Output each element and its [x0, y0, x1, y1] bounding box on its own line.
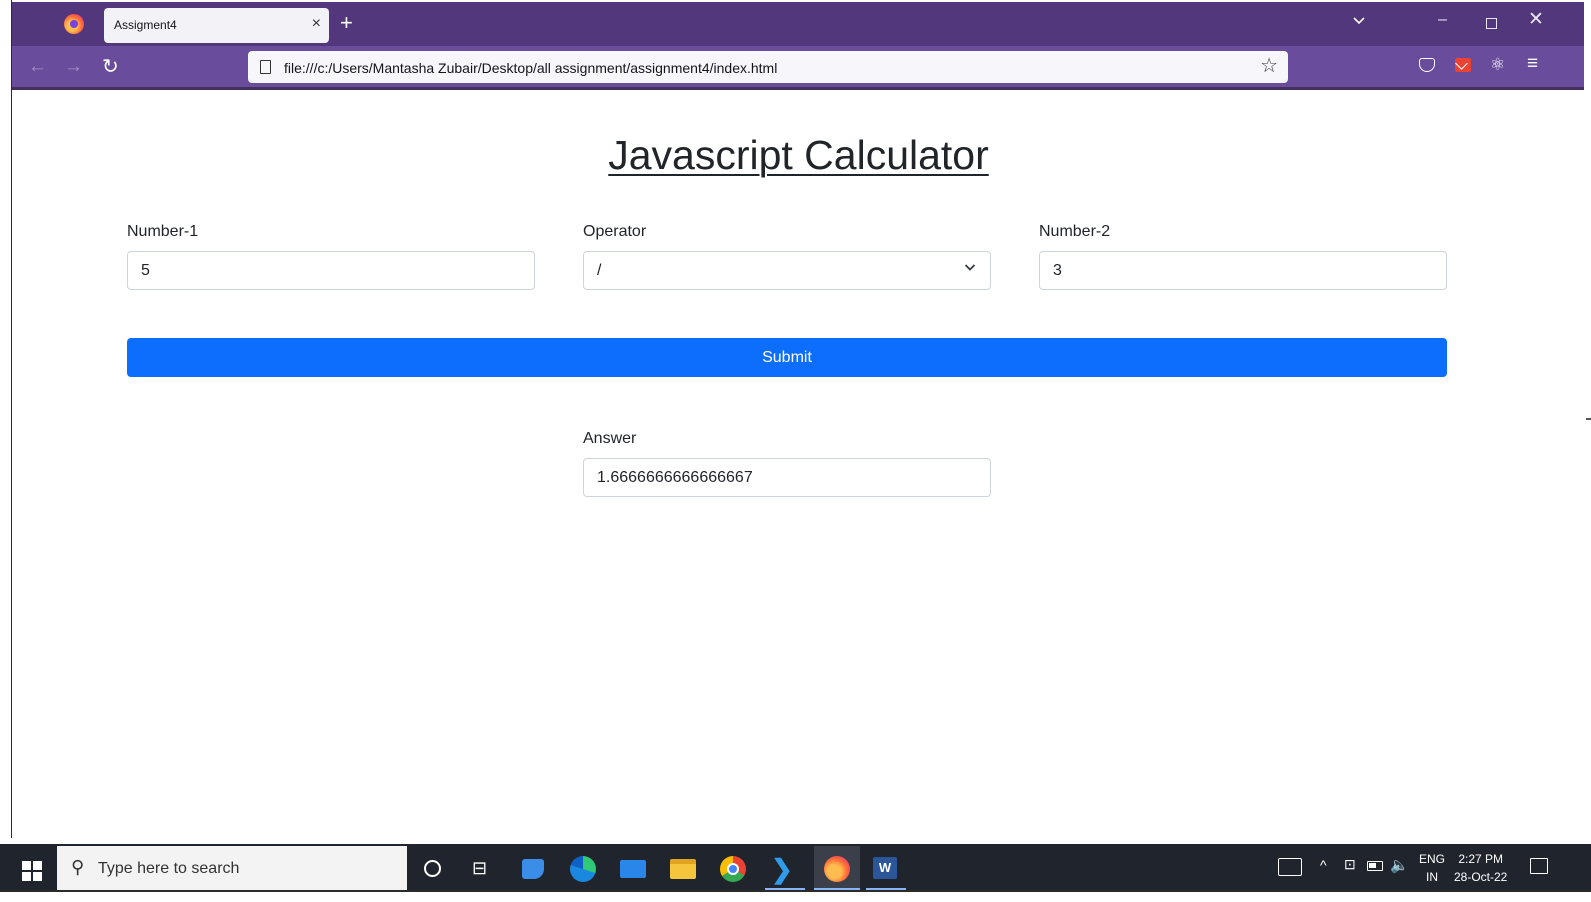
mail-icon[interactable]	[620, 860, 646, 878]
vscode-icon[interactable]: ❯	[771, 856, 797, 882]
tab-title: Assigment4	[114, 18, 177, 32]
browser-tab-bar: Assigment4 × + – ✕	[12, 2, 1584, 46]
scrollbar-tick	[1586, 418, 1591, 420]
chevron-down-icon	[964, 264, 976, 271]
minimize-button[interactable]: –	[1438, 11, 1447, 29]
answer-label: Answer	[583, 430, 637, 447]
screen-bottom-edge	[0, 890, 1591, 902]
file-explorer-icon[interactable]	[670, 859, 696, 879]
bookmark-star-icon[interactable]: ☆	[1260, 55, 1278, 77]
news-widget-icon[interactable]	[1278, 858, 1302, 876]
firefox-taskbar-icon[interactable]	[814, 846, 860, 890]
language-indicator[interactable]: ENG IN	[1419, 850, 1445, 886]
window-left-edge	[0, 0, 12, 838]
gmail-icon[interactable]	[1455, 58, 1471, 72]
chevron-down-icon[interactable]	[1352, 14, 1366, 28]
page-title: Javascript Calculator	[608, 132, 989, 178]
number1-input[interactable]: 5	[127, 251, 535, 290]
clock-time: 2:27 PM	[1458, 852, 1504, 866]
forward-arrow-icon[interactable]: →	[64, 56, 83, 78]
search-placeholder: Type here to search	[98, 860, 240, 877]
back-arrow-icon[interactable]: ←	[28, 56, 47, 78]
answer-output[interactable]: 1.6666666666666667	[583, 458, 991, 497]
operator-label: Operator	[583, 223, 647, 240]
chrome-icon[interactable]	[720, 856, 746, 882]
clock-date: 28-Oct-22	[1454, 870, 1508, 884]
close-tab-icon[interactable]: ×	[312, 15, 321, 33]
number2-label: Number-2	[1039, 223, 1111, 240]
notification-center-icon[interactable]	[1530, 858, 1548, 874]
windows-start-icon[interactable]	[22, 861, 42, 881]
submit-button[interactable]: Submit	[127, 338, 1447, 377]
operator-selected-value: /	[597, 262, 602, 279]
task-view-icon[interactable]: ⊟	[472, 858, 498, 884]
windows-taskbar: ⚲ Type here to search ⊟ ❯ W ^ ⊡ 🔈 ENG IN…	[0, 838, 1591, 891]
word-icon[interactable]: W	[873, 857, 897, 879]
url-text[interactable]: file:///c:/Users/Mantasha Zubair/Desktop…	[284, 60, 777, 76]
maximize-button[interactable]	[1486, 18, 1497, 29]
url-bar[interactable]: file:///c:/Users/Mantasha Zubair/Desktop…	[248, 51, 1288, 83]
region-code: IN	[1426, 870, 1438, 884]
tray-chevron-up-icon[interactable]: ^	[1320, 857, 1327, 873]
hamburger-menu-icon[interactable]: ≡	[1527, 54, 1538, 74]
operator-select[interactable]: /	[583, 251, 991, 290]
number2-input[interactable]: 3	[1039, 251, 1447, 290]
react-devtools-icon[interactable]: ⚛	[1490, 55, 1505, 75]
page-content: Javascript Calculator Number-1 5 Operato…	[13, 90, 1584, 836]
people-icon[interactable]	[522, 859, 544, 879]
reload-icon[interactable]: ↻	[102, 56, 119, 78]
new-tab-button[interactable]: +	[340, 11, 353, 35]
close-window-button[interactable]: ✕	[1528, 10, 1544, 30]
meet-now-icon[interactable]: ⊡	[1344, 856, 1356, 873]
taskbar-search-box[interactable]: ⚲ Type here to search	[57, 846, 407, 890]
browser-nav-bar: ← → ↻ file:///c:/Users/Mantasha Zubair/D…	[12, 46, 1584, 90]
battery-icon[interactable]	[1367, 861, 1383, 871]
tab-assigment4[interactable]: Assigment4 ×	[104, 8, 329, 43]
edge-icon[interactable]	[570, 856, 596, 882]
cortana-icon[interactable]	[424, 860, 441, 877]
screen: Assigment4 × + – ✕ ← → ↻ file:///c:/User…	[0, 0, 1591, 902]
clock[interactable]: 2:27 PM 28-Oct-22	[1454, 850, 1507, 886]
firefox-icon[interactable]	[64, 14, 84, 34]
number1-label: Number-1	[127, 223, 199, 240]
page-icon	[260, 60, 271, 74]
pocket-icon[interactable]	[1419, 58, 1435, 72]
search-icon: ⚲	[71, 857, 85, 877]
language-code: ENG	[1419, 852, 1446, 866]
volume-icon[interactable]: 🔈	[1390, 856, 1409, 874]
